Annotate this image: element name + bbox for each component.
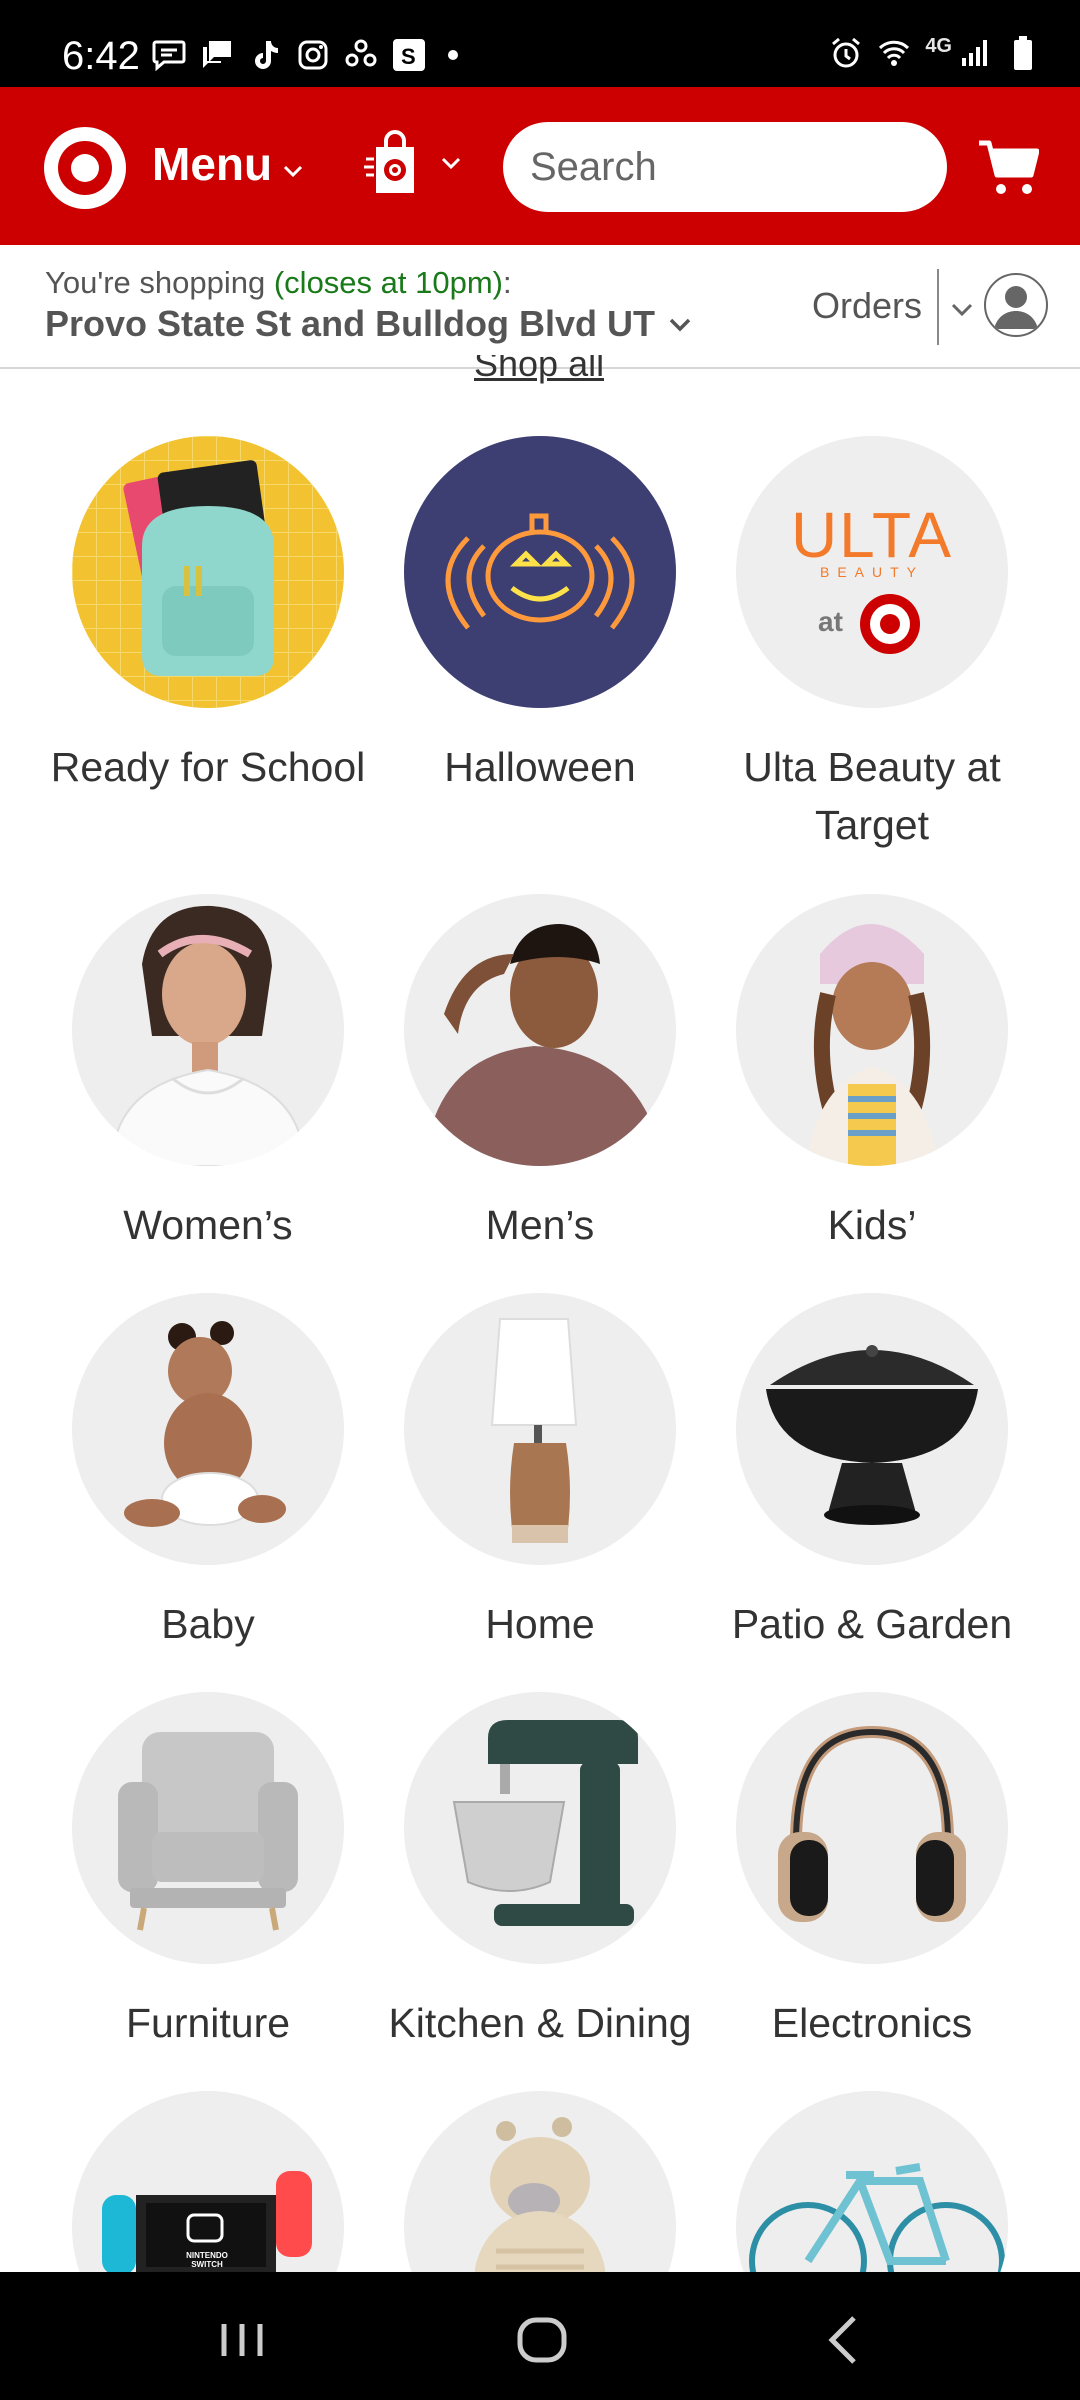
target-logo-icon[interactable]: [44, 127, 126, 209]
category-mens[interactable]: Men’s: [374, 894, 706, 1254]
wifi-icon: [877, 36, 911, 70]
chat-icon: [200, 38, 234, 72]
category-label: Ulta Beauty at Target: [743, 744, 1001, 848]
category-label: Kitchen & Dining: [388, 2000, 692, 2046]
back-button[interactable]: [816, 2310, 876, 2370]
cart-button[interactable]: [977, 137, 1040, 197]
headphones-image: [736, 1692, 1008, 1964]
category-halloween[interactable]: Halloween: [374, 436, 706, 796]
svg-text:S: S: [401, 44, 416, 69]
baby-image: [72, 1293, 344, 1565]
notification-dot: [448, 50, 458, 60]
category-patio-garden[interactable]: Patio & Garden: [706, 1293, 1038, 1653]
stand-mixer-image: [404, 1692, 676, 1964]
store-name: Provo State St and Bulldog Blvd UT: [45, 303, 656, 344]
shopping-suffix: :: [503, 265, 512, 300]
ulta-at-text: at: [818, 606, 843, 637]
category-ulta-beauty[interactable]: ULTA BEAUTY at Ulta Beauty at Target: [706, 436, 1038, 854]
chevron-down-icon: [669, 318, 691, 332]
category-furniture[interactable]: Furniture: [42, 1692, 374, 2052]
category-label: Home: [485, 1601, 595, 1647]
category-kitchen-dining[interactable]: Kitchen & Dining: [374, 1692, 706, 2052]
status-time: 6:42: [62, 34, 140, 78]
system-nav-bar: [0, 2272, 1080, 2400]
armchair-image: [72, 1692, 344, 1964]
instagram-icon: [296, 38, 330, 72]
category-ready-for-school[interactable]: Ready for School: [42, 436, 374, 796]
fire-pit-image: [736, 1293, 1008, 1565]
category-label: Kids’: [827, 1202, 917, 1248]
store-selector[interactable]: Provo State St and Bulldog Blvd UT: [45, 303, 693, 345]
chevron-down-icon[interactable]: [950, 297, 974, 321]
alarm-icon: [829, 36, 863, 70]
store-hours: (closes at 10pm): [273, 265, 503, 300]
chevron-down-icon: [284, 165, 303, 178]
pumpkin-image: [404, 436, 676, 708]
ulta-logo-subtext: BEAUTY: [819, 564, 924, 580]
ulta-logo-image: ULTA BEAUTY at: [736, 436, 1008, 708]
s-app-icon: S: [392, 38, 426, 72]
category-kids[interactable]: Kids’: [706, 894, 1038, 1254]
menu-label: Menu: [152, 138, 273, 190]
category-womens[interactable]: Women’s: [42, 894, 374, 1254]
signal-icon: [958, 36, 992, 70]
shopping-prefix: You're shopping: [45, 265, 274, 300]
home-button[interactable]: [512, 2310, 572, 2370]
category-label: Women’s: [123, 1202, 293, 1248]
status-bar: 6:42 S 4G: [0, 0, 1080, 87]
category-label: Halloween: [444, 744, 636, 790]
lamp-image: [404, 1293, 676, 1565]
category-home[interactable]: Home: [374, 1293, 706, 1653]
kid-image: [736, 894, 1008, 1166]
category-baby[interactable]: Baby: [42, 1293, 374, 1653]
woman-image: [72, 894, 344, 1166]
category-label: Baby: [161, 1601, 255, 1647]
recents-button[interactable]: [212, 2310, 272, 2370]
app-icon: [344, 38, 378, 72]
shopping-at-text: You're shopping (closes at 10pm):: [45, 265, 512, 301]
orders-link[interactable]: Orders: [812, 285, 922, 327]
nintendo-switch-logo-text: NINTENDO SWITCH: [186, 2251, 228, 2269]
store-mode-button[interactable]: [364, 129, 462, 197]
target-logo-icon: [860, 594, 920, 654]
cart-icon: [979, 140, 1040, 194]
battery-icon: [1006, 36, 1040, 70]
category-label: Patio & Garden: [731, 1601, 1013, 1647]
network-type: 4G: [925, 34, 952, 57]
store-bag-icon: [364, 130, 414, 193]
category-label: Electronics: [771, 2000, 973, 2046]
tiktok-icon: [248, 38, 282, 72]
messages-icon: [152, 38, 186, 72]
menu-button[interactable]: Menu: [152, 137, 304, 191]
account-avatar-icon[interactable]: [984, 273, 1048, 337]
backpack-image: [72, 436, 344, 708]
man-image: [404, 894, 676, 1166]
ulta-logo-text: ULTA: [790, 499, 954, 571]
shop-all-link[interactable]: Shop all: [474, 355, 604, 389]
chevron-down-icon: [441, 157, 461, 170]
search-input[interactable]: [503, 122, 947, 212]
search-bar: [503, 122, 947, 212]
category-label: Ready for School: [50, 744, 366, 790]
app-header: Menu: [0, 87, 1080, 245]
store-bar: You're shopping (closes at 10pm): Provo …: [0, 245, 1080, 369]
category-label: Men’s: [485, 1202, 595, 1248]
divider: [937, 269, 939, 345]
category-label: Furniture: [125, 2000, 291, 2046]
category-electronics[interactable]: Electronics: [706, 1692, 1038, 2052]
